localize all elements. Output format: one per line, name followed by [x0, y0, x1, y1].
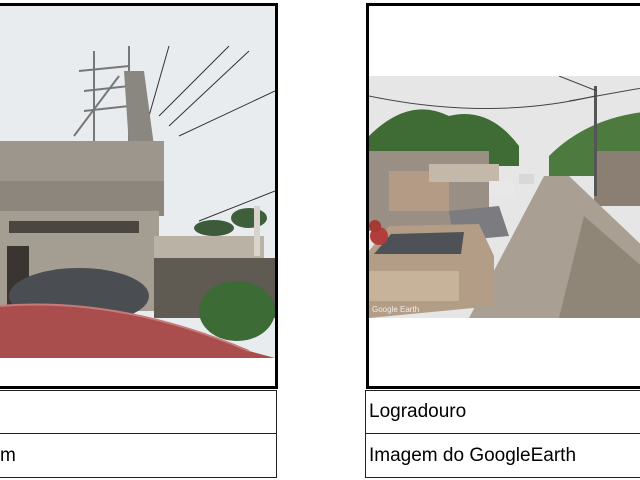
left-caption-row-1	[0, 390, 277, 434]
right-caption-row-1: Logradouro	[365, 390, 640, 434]
street-photo: Google Earth	[369, 76, 640, 318]
right-photo-frame: Google Earth	[366, 3, 640, 389]
left-caption-row-2: m	[0, 433, 277, 478]
left-photo-frame	[0, 3, 278, 389]
building-photo	[0, 6, 275, 358]
watermark: Google Earth	[372, 305, 420, 314]
right-caption-row-2: Imagem do GoogleEarth	[365, 433, 640, 478]
